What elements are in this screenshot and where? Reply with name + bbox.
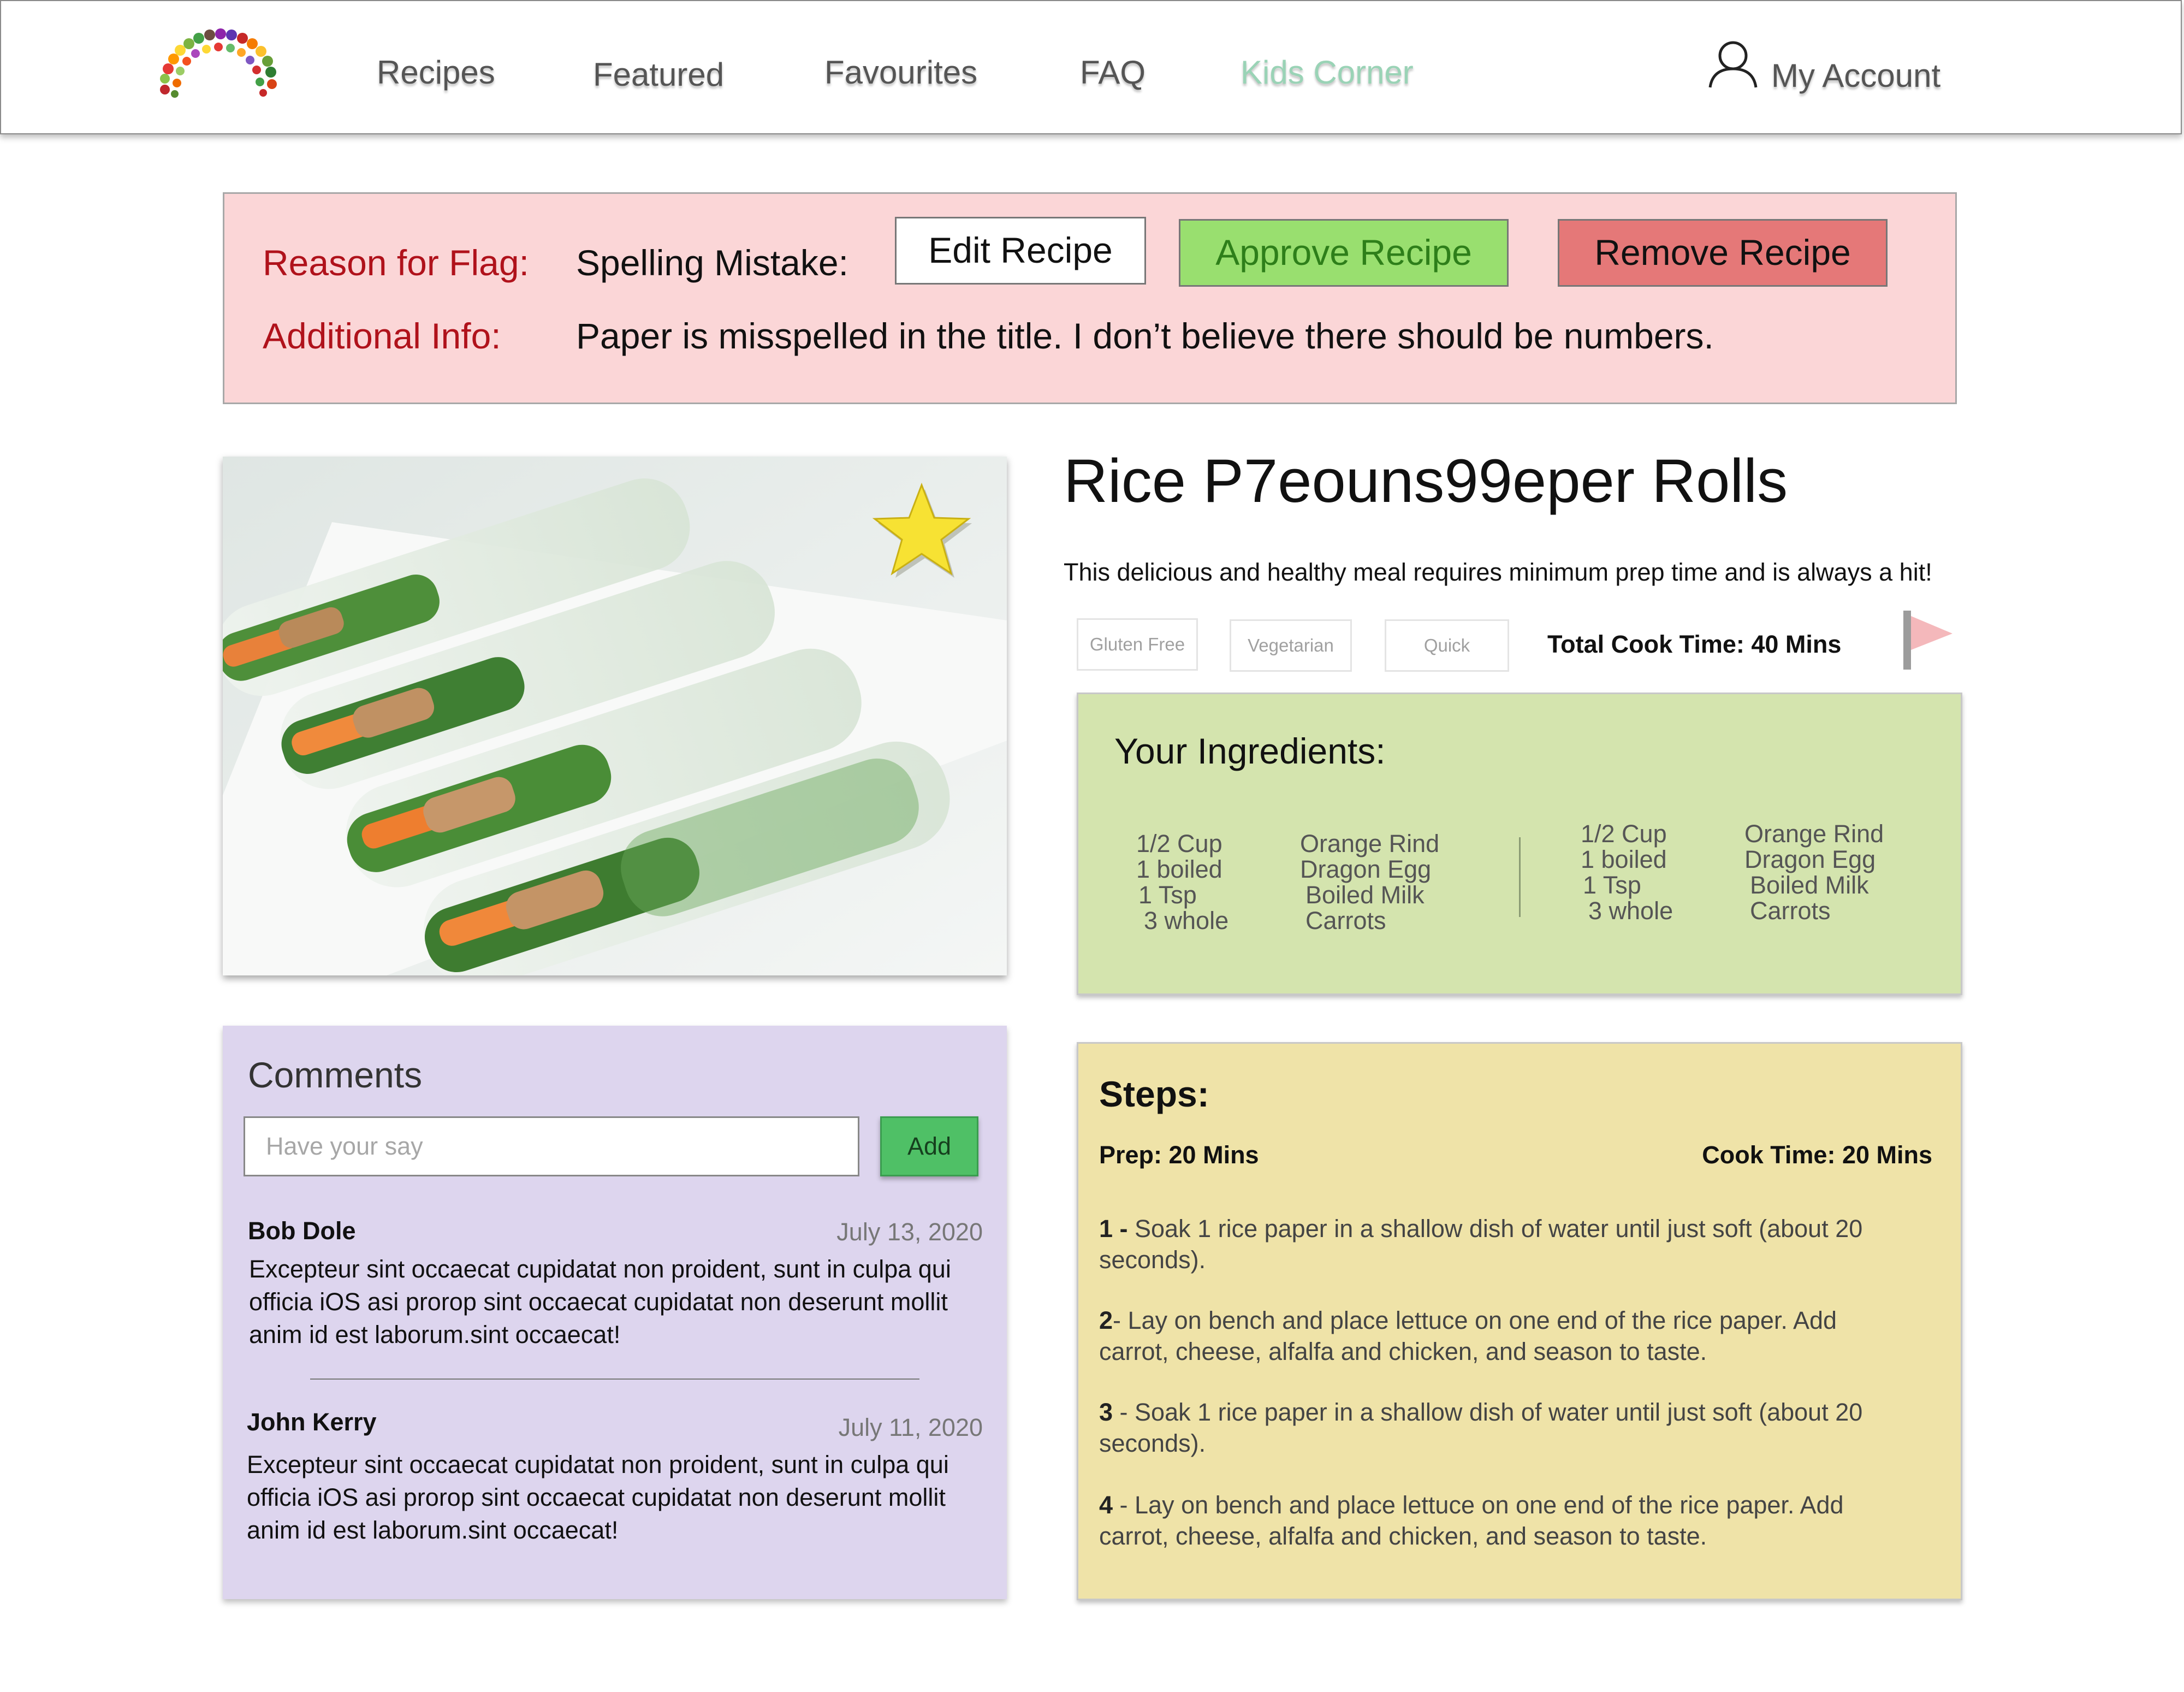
ingredient-amount: 1 Tsp	[1138, 881, 1197, 909]
tag-quick[interactable]: Quick	[1385, 619, 1509, 672]
step-item: 3 - Soak 1 rice paper in a shallow dish …	[1099, 1397, 1918, 1459]
ingredient-item: Carrots	[1750, 897, 1831, 925]
comment-item: Bob Dole July 13, 2020 Excepteur sint oc…	[248, 1217, 983, 1381]
comment-divider	[310, 1379, 919, 1380]
ingredient-amount: 1/2 Cup	[1136, 830, 1222, 857]
ingredient-amount: 1 boiled	[1581, 845, 1667, 873]
ingredient-item: Orange Rind	[1744, 820, 1884, 848]
step-text: - Soak 1 rice paper in a shallow dish of…	[1099, 1398, 1863, 1457]
rice-paper-rolls-image	[223, 457, 1007, 975]
ingredients-heading: Your Ingredients:	[1114, 731, 1386, 771]
ingredient-amount: 1 Tsp	[1583, 871, 1641, 899]
comments-heading: Comments	[248, 1055, 423, 1095]
reason-label: Reason for Flag:	[263, 242, 529, 283]
steps-panel: Steps: Prep: 20 Mins Cook Time: 20 Mins …	[1077, 1042, 1962, 1600]
nav-kids-corner[interactable]: Kids Corner	[1241, 54, 1414, 91]
cook-time: Cook Time: 20 Mins	[1702, 1141, 1932, 1169]
step-number: 1 -	[1099, 1215, 1128, 1243]
fruit-rainbow-logo[interactable]	[156, 25, 280, 99]
ingredient-amount: 1 boiled	[1136, 855, 1222, 883]
ingredient-amount: 3 whole	[1144, 907, 1229, 934]
recipe-photo	[223, 457, 1007, 975]
ingredient-item: Orange Rind	[1300, 830, 1440, 857]
additional-info-label: Additional Info:	[263, 316, 501, 356]
step-text: - Lay on bench and place lettuce on one …	[1099, 1491, 1844, 1550]
ingredients-right-items: Orange Rind Dragon Egg Boiled Milk Carro…	[1744, 821, 1884, 924]
comment-item: John Kerry July 11, 2020 Excepteur sint …	[247, 1408, 983, 1572]
approve-recipe-button[interactable]: Approve Recipe	[1179, 219, 1509, 287]
ingredient-item: Boiled Milk	[1305, 881, 1425, 909]
steps-heading: Steps:	[1099, 1074, 1209, 1114]
step-item: 2- Lay on bench and place lettuce on one…	[1099, 1305, 1863, 1367]
flag-review-panel: Reason for Flag: Spelling Mistake: Edit …	[223, 192, 1957, 404]
ingredient-amount: 3 whole	[1588, 897, 1673, 925]
ingredients-panel: Your Ingredients: 1/2 Cup 1 boiled 1 Tsp…	[1077, 693, 1962, 995]
tag-gluten-free[interactable]: Gluten Free	[1077, 618, 1198, 671]
remove-recipe-button[interactable]: Remove Recipe	[1558, 219, 1888, 287]
comment-author: Bob Dole	[248, 1217, 356, 1245]
comment-date: July 13, 2020	[836, 1218, 983, 1246]
user-icon	[1708, 41, 1758, 88]
edit-recipe-button[interactable]: Edit Recipe	[895, 217, 1146, 285]
comment-input[interactable]	[244, 1116, 859, 1176]
comment-author: John Kerry	[247, 1408, 377, 1436]
comment-body: Excepteur sint occaecat cupidatat non pr…	[249, 1255, 951, 1348]
nav-recipes[interactable]: Recipes	[377, 54, 495, 91]
ingredient-item: Carrots	[1305, 907, 1386, 934]
step-number: 4	[1099, 1491, 1113, 1519]
my-account-label: My Account	[1771, 57, 1941, 94]
comments-panel: Comments Add Bob Dole July 13, 2020 Exce…	[223, 1026, 1007, 1599]
total-cook-time: Total Cook Time: 40 Mins	[1547, 630, 1842, 658]
comment-date: July 11, 2020	[838, 1413, 983, 1441]
nav-favourites[interactable]: Favourites	[824, 54, 977, 91]
ingredients-divider	[1519, 837, 1521, 917]
prep-time: Prep: 20 Mins	[1099, 1141, 1259, 1169]
step-text: Soak 1 rice paper in a shallow dish of w…	[1099, 1215, 1863, 1274]
ingredients-left-amounts: 1/2 Cup 1 boiled 1 Tsp 3 whole	[1136, 831, 1228, 933]
tag-vegetarian[interactable]: Vegetarian	[1230, 619, 1352, 672]
comment-body: Excepteur sint occaecat cupidatat non pr…	[247, 1451, 949, 1544]
add-comment-button[interactable]: Add	[880, 1116, 978, 1176]
additional-info-value: Paper is misspelled in the title. I don’…	[576, 316, 1714, 356]
reason-value: Spelling Mistake:	[576, 242, 848, 283]
step-item: 1 - Soak 1 rice paper in a shallow dish …	[1099, 1213, 1918, 1275]
recipe-description: This delicious and healthy meal requires…	[1064, 558, 1932, 586]
my-account-link[interactable]: My Account	[1707, 37, 1958, 103]
step-number: 3	[1099, 1398, 1113, 1426]
ingredients-left-items: Orange Rind Dragon Egg Boiled Milk Carro…	[1300, 831, 1439, 933]
step-number: 2	[1099, 1306, 1113, 1334]
top-nav: Recipes Featured Favourites FAQ Kids Cor…	[0, 0, 2182, 134]
step-item: 4 - Lay on bench and place lettuce on on…	[1099, 1489, 1863, 1552]
ingredient-item: Dragon Egg	[1300, 855, 1432, 883]
ingredients-right-amounts: 1/2 Cup 1 boiled 1 Tsp 3 whole	[1581, 821, 1673, 924]
ingredient-item: Dragon Egg	[1744, 845, 1876, 873]
ingredient-item: Boiled Milk	[1750, 871, 1869, 899]
step-text: - Lay on bench and place lettuce on one …	[1099, 1306, 1837, 1365]
recipe-title: Rice P7eouns99eper Rolls	[1064, 447, 1788, 515]
nav-faq[interactable]: FAQ	[1080, 54, 1146, 91]
ingredient-amount: 1/2 Cup	[1581, 820, 1667, 848]
flag-icon[interactable]	[1900, 608, 1957, 671]
nav-featured[interactable]: Featured	[593, 56, 724, 93]
